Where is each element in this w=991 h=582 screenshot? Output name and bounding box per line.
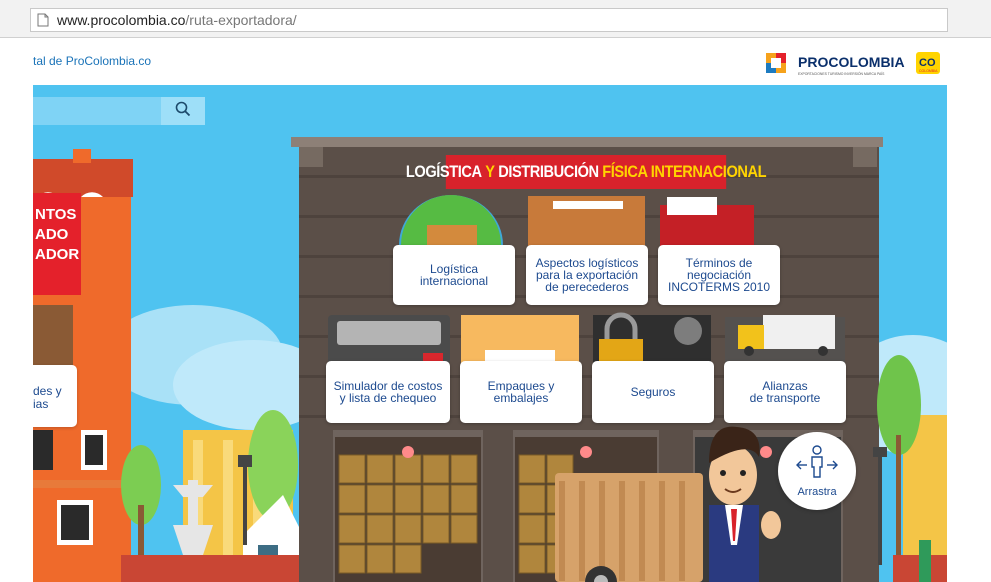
site-header: tal de ProColombia.co PROCOLOMBIA EXPORT…: [0, 38, 991, 85]
procolombia-logo[interactable]: PROCOLOMBIA EXPORTACIONES TURISMO INVERS…: [764, 48, 944, 78]
card-incoterms[interactable]: Términos de negociación INCOTERMS 2010: [658, 245, 780, 305]
drag-person-icon: [795, 444, 839, 484]
portal-link[interactable]: tal de ProColombia.co: [33, 54, 151, 68]
drag-label: Arrastra: [797, 485, 837, 498]
card-simulador-costos[interactable]: Simulador de costos y lista de chequeo: [326, 361, 450, 423]
banner-word-3: DISTRIBUCIÓN: [498, 162, 599, 181]
url-path: /ruta-exportadora/: [185, 12, 297, 28]
card-line: y lista de chequeo: [339, 391, 437, 405]
browser-address-bar: www.procolombia.co/ruta-exportadora/: [0, 0, 991, 38]
card-line: embalajes: [493, 391, 549, 405]
card-empaques[interactable]: Empaques y embalajes: [460, 361, 582, 423]
left-partial-line-2: ADO: [35, 226, 69, 243]
logo-tagline: EXPORTACIONES TURISMO INVERSIÓN MARCA PA…: [798, 71, 885, 76]
banner-word-2: Y: [485, 162, 495, 181]
logo-badge-sub: COLOMBIA: [919, 69, 938, 73]
logo-badge: CO: [919, 57, 936, 69]
search-button[interactable]: [161, 97, 205, 125]
left-partial-card-line-2: ias: [33, 397, 49, 411]
export-route-scene[interactable]: LOGÍSTICA Y DISTRIBUCIÓN FÍSICA INTERNAC…: [33, 85, 947, 582]
card-line: internacional: [419, 274, 489, 288]
card-aspectos-logisticos[interactable]: Aspectos logísticos para la exportación de…: [526, 245, 648, 305]
screenshot: www.procolombia.co/ruta-exportadora/ tal…: [0, 0, 991, 582]
url-field[interactable]: www.procolombia.co/ruta-exportadora/: [30, 8, 948, 32]
card-logistica-internacional[interactable]: Logística internacional: [393, 245, 515, 305]
url-host: www.procolombia.co: [57, 12, 186, 28]
left-partial-line-1: NTOS: [35, 206, 77, 223]
section-banner: LOGÍSTICA Y DISTRIBUCIÓN FÍSICA INTERNAC…: [406, 155, 767, 189]
left-partial-line-3: ADOR: [35, 246, 80, 263]
banner-word-1: LOGÍSTICA: [405, 162, 482, 181]
left-partial-card[interactable]: des y ias: [33, 365, 77, 427]
card-alianzas-transporte[interactable]: Alianzas de transporte: [724, 361, 846, 423]
card-line: de transporte: [749, 391, 821, 405]
card-line: Seguros: [630, 385, 676, 399]
left-partial-banner[interactable]: NTOS ADO ADOR: [33, 193, 81, 295]
page-icon: [37, 13, 49, 27]
banner-word-4: FÍSICA INTERNACIONAL: [602, 162, 767, 181]
card-seguros[interactable]: Seguros: [592, 361, 714, 423]
card-line: INCOTERMS 2010: [667, 280, 771, 294]
drag-control[interactable]: Arrastra: [778, 432, 856, 510]
logo-name: PROCOLOMBIA: [798, 54, 905, 70]
search-icon: [175, 101, 191, 122]
card-line: de perecederos: [545, 280, 629, 294]
